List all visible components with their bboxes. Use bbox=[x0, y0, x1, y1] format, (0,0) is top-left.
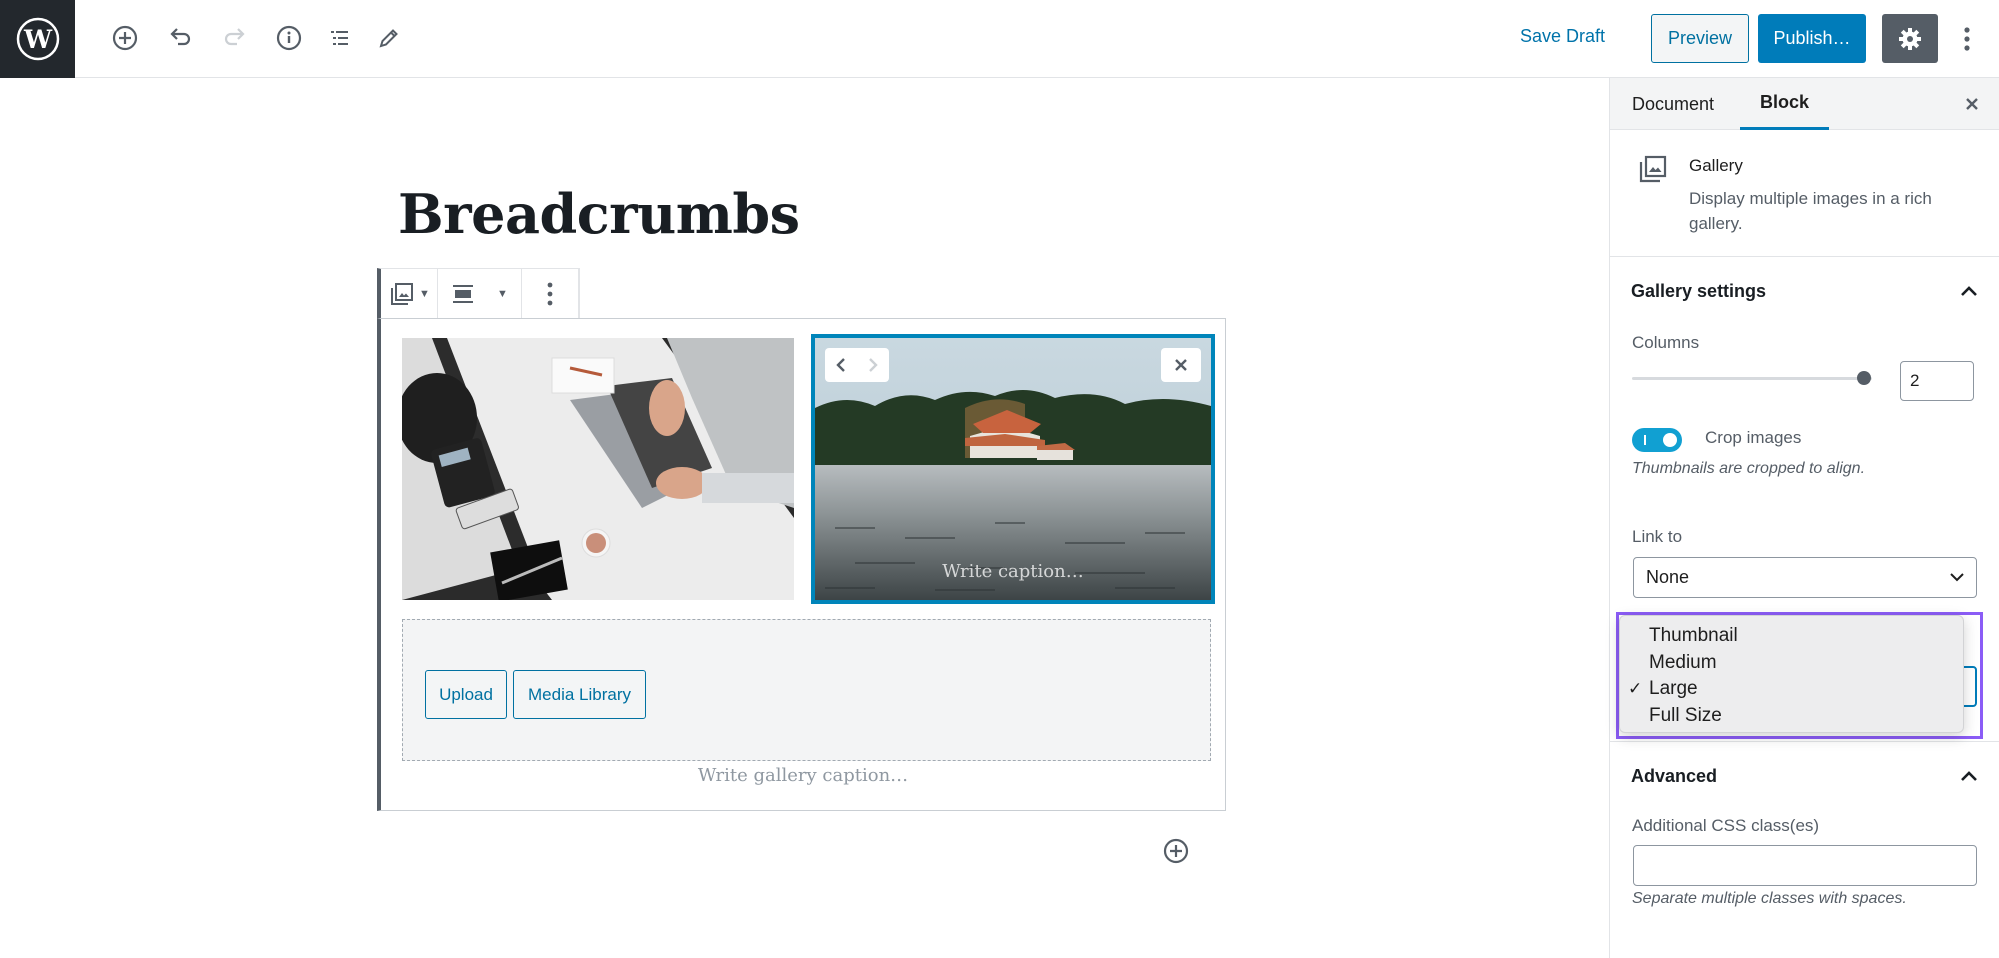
image-size-dropdown-menu: Thumbnail Medium ✓ Large Full Size bbox=[1619, 615, 1964, 733]
undo-button[interactable] bbox=[162, 20, 198, 56]
columns-label: Columns bbox=[1632, 333, 1700, 352]
more-options-button[interactable] bbox=[1952, 18, 1982, 60]
remove-image-button[interactable] bbox=[1161, 348, 1201, 382]
image-caption-input[interactable]: Write caption… bbox=[815, 561, 1211, 582]
caret-down-icon: ▼ bbox=[497, 288, 508, 300]
gallery-image[interactable] bbox=[402, 338, 794, 600]
link-to-select[interactable]: None bbox=[1633, 557, 1977, 598]
info-icon bbox=[276, 25, 302, 51]
add-block-button[interactable] bbox=[107, 20, 143, 56]
preview-button[interactable]: Preview bbox=[1651, 14, 1749, 63]
add-block-inserter[interactable] bbox=[1161, 836, 1191, 866]
wordpress-icon: W bbox=[16, 17, 59, 61]
caret-down-icon: ▼ bbox=[419, 288, 430, 300]
svg-text:W: W bbox=[22, 25, 52, 54]
columns-slider[interactable] bbox=[1632, 371, 1872, 385]
gallery-caption-input[interactable]: Write gallery caption… bbox=[381, 765, 1225, 786]
checkmark-icon: ✓ bbox=[1628, 679, 1643, 698]
block-navigation-button[interactable] bbox=[321, 20, 357, 56]
tools-button[interactable] bbox=[371, 20, 407, 56]
post-title[interactable]: Breadcrumbs bbox=[398, 182, 800, 246]
media-library-button[interactable]: Media Library bbox=[513, 670, 646, 719]
close-icon bbox=[1175, 359, 1187, 371]
gear-icon bbox=[1899, 27, 1921, 50]
dropdown-option[interactable]: Medium bbox=[1620, 650, 1963, 677]
dropdown-option[interactable]: ✓ Large bbox=[1620, 676, 1963, 703]
block-card-description: Display multiple images in a rich galler… bbox=[1689, 189, 1932, 233]
crop-images-toggle[interactable] bbox=[1632, 428, 1682, 452]
plus-circle-icon bbox=[112, 25, 138, 51]
dropdown-option[interactable]: Thumbnail bbox=[1620, 623, 1963, 650]
undo-icon bbox=[170, 28, 191, 46]
publish-button[interactable]: Publish… bbox=[1758, 14, 1866, 63]
redo-button[interactable] bbox=[217, 20, 253, 56]
link-to-value: None bbox=[1646, 567, 1690, 587]
link-to-label: Link to bbox=[1632, 527, 1683, 546]
block-card: Gallery Display multiple images in a ric… bbox=[1610, 130, 1999, 257]
save-draft-button[interactable]: Save Draft bbox=[1520, 26, 1605, 47]
more-vertical-icon bbox=[1964, 27, 1970, 51]
block-more-options[interactable] bbox=[522, 269, 579, 319]
redo-icon bbox=[224, 28, 245, 46]
alignment-dropdown[interactable]: ▼ bbox=[438, 269, 522, 319]
gallery-settings-title[interactable]: Gallery settings bbox=[1631, 281, 1766, 302]
gallery-icon bbox=[391, 283, 414, 305]
sidebar-tabs: Document Block bbox=[1610, 78, 1999, 130]
block-toolbar: ▼ ▼ bbox=[377, 268, 580, 320]
gallery-icon bbox=[1639, 155, 1667, 183]
chevron-right-icon[interactable] bbox=[866, 356, 880, 374]
chevron-down-icon bbox=[1950, 573, 1964, 582]
advanced-title[interactable]: Advanced bbox=[1631, 766, 1717, 787]
close-icon bbox=[1966, 98, 1978, 110]
chevron-up-icon bbox=[1961, 771, 1977, 781]
settings-sidebar: Document Block Gallery Display multiple … bbox=[1609, 78, 1999, 958]
gallery-settings-toggle[interactable] bbox=[1955, 277, 1983, 305]
pencil-icon bbox=[379, 29, 398, 48]
more-vertical-icon bbox=[547, 282, 553, 306]
editor-header: W Save Draft Preview Publish… bbox=[0, 0, 1999, 78]
close-sidebar-button[interactable] bbox=[1958, 90, 1986, 118]
gallery-block[interactable]: Write caption… Upload Media Library Writ… bbox=[377, 318, 1226, 811]
upload-button[interactable]: Upload bbox=[425, 670, 507, 719]
block-type-switcher[interactable]: ▼ bbox=[381, 269, 438, 319]
chevron-left-icon[interactable] bbox=[834, 356, 848, 374]
css-class-label: Additional CSS class(es) bbox=[1632, 816, 1820, 835]
advanced-toggle[interactable] bbox=[1955, 762, 1983, 790]
plus-circle-icon bbox=[1163, 838, 1189, 864]
desk-laptop-photo bbox=[402, 338, 794, 600]
gallery-upload-placeholder: Upload Media Library bbox=[402, 619, 1211, 761]
align-wide-icon bbox=[453, 285, 474, 303]
css-class-input[interactable] bbox=[1633, 845, 1977, 886]
wordpress-logo[interactable]: W bbox=[0, 0, 75, 78]
content-structure-button[interactable] bbox=[271, 20, 307, 56]
chevron-up-icon bbox=[1961, 286, 1977, 296]
crop-images-label: Crop images bbox=[1705, 428, 1802, 447]
list-view-icon bbox=[331, 31, 348, 45]
tab-block[interactable]: Block bbox=[1740, 78, 1829, 130]
gallery-image-selected[interactable]: Write caption… bbox=[811, 334, 1215, 604]
columns-slider-thumb[interactable] bbox=[1857, 371, 1871, 385]
image-move-controls bbox=[825, 348, 889, 382]
css-class-help: Separate multiple classes with spaces. bbox=[1632, 890, 1907, 907]
settings-button[interactable] bbox=[1882, 14, 1938, 63]
block-card-title: Gallery bbox=[1689, 156, 1743, 175]
crop-images-help: Thumbnails are cropped to align. bbox=[1632, 460, 1866, 477]
dropdown-option[interactable]: Full Size bbox=[1620, 703, 1963, 730]
columns-number-input[interactable]: 2 bbox=[1900, 361, 1974, 401]
tab-document[interactable]: Document bbox=[1632, 78, 1714, 130]
